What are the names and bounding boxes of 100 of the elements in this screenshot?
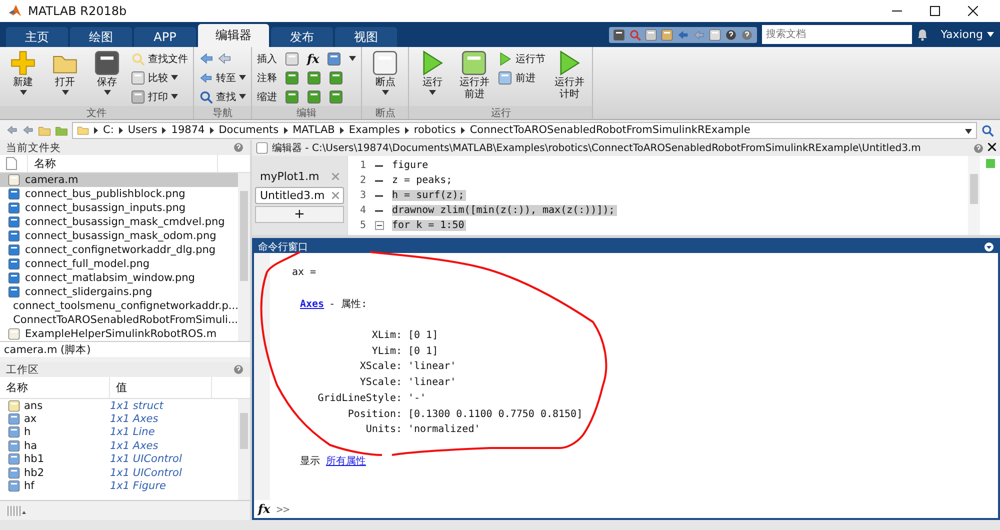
close-icon[interactable] [968, 6, 978, 16]
breadcrumb-arrow-icon [118, 126, 123, 134]
caret-icon [965, 128, 972, 134]
breadcrumb-item[interactable]: ConnectToAROSenabledRobotFromSimulinkRExample [470, 124, 750, 136]
ribbon-button[interactable]: 运行节 [498, 50, 546, 67]
ribbon-tab[interactable]: 视图 [335, 27, 397, 47]
ribbon-tab[interactable]: 编辑器 [198, 24, 269, 47]
class-link[interactable]: Axes [300, 298, 324, 310]
file-item[interactable]: connect_matlabsim_window.png [0, 271, 238, 285]
app-logo-icon [8, 4, 22, 18]
maximize-icon[interactable] [930, 6, 940, 16]
breadcrumb-item[interactable]: Examples [348, 124, 400, 136]
line-number: 5 [358, 220, 366, 231]
property-value: [0 1] [408, 346, 438, 357]
run-section-icon [498, 52, 512, 66]
ribbon-button[interactable]: 查找 [199, 88, 246, 105]
file-item[interactable]: connect_full_model.png [0, 257, 238, 271]
file-tab[interactable]: Untitled3.m [255, 187, 344, 204]
variable-row[interactable]: ans 1x1 struct [0, 399, 238, 412]
file-item[interactable]: ConnectToAROSenabledRobotFromSimuli... [0, 313, 238, 327]
code-line: z = peaks; [392, 175, 454, 186]
ribbon-button[interactable]: 运行并前进 [456, 50, 492, 106]
file-item[interactable]: camera.m [0, 173, 238, 187]
search-icon [199, 90, 213, 104]
line-number: 3 [358, 190, 366, 201]
file-tab[interactable]: myPlot1.m [255, 168, 344, 185]
ribbon-tab[interactable]: 发布 [271, 27, 333, 47]
caret-icon [20, 90, 26, 95]
variable-row[interactable]: ha 1x1 Axes [0, 439, 238, 453]
ribbon-tab[interactable]: 绘图 [70, 27, 132, 47]
caret-icon [171, 94, 178, 99]
help-icon [724, 28, 737, 40]
ribbon-button[interactable]: 打开 [47, 50, 83, 106]
variable-row[interactable]: h 1x1 Line [0, 426, 238, 440]
ribbon-button[interactable]: 打印 [131, 88, 188, 105]
breadcrumb-item[interactable]: C: [103, 124, 114, 136]
variable-row[interactable]: hf 1x1 Figure [0, 479, 238, 493]
breadcrumb-item[interactable]: MATLAB [292, 124, 335, 136]
breakpoint-dash-icon[interactable] [375, 164, 383, 166]
caret-icon [382, 90, 389, 95]
user-menu[interactable]: Yaxiong [940, 28, 994, 41]
file-item[interactable]: connect_toolsmenu_confignetworkaddr.p... [0, 299, 238, 313]
variable-row[interactable]: ax 1x1 Axes [0, 412, 238, 426]
status-indicator-icon [986, 159, 994, 168]
all-properties-link[interactable]: 所有属性 [326, 454, 366, 468]
file-item[interactable]: connect_busassign_mask_odom.png [0, 229, 238, 243]
property-value: '-' [408, 392, 426, 404]
address-bar[interactable]: C: Users 19874 Documents MATLAB Examples robotics ConnectToAROSenabledRobotFromSimulinkRExample [72, 122, 977, 138]
group-label: 断点 [362, 106, 408, 119]
property-name: XLim: [370, 330, 402, 342]
window-title: MATLAB R2018b [28, 4, 127, 18]
plus-icon [10, 50, 36, 76]
code-line: figure [392, 160, 430, 171]
group-label: 导航 [194, 106, 251, 119]
function-browser-button[interactable]: fx [258, 502, 270, 516]
breadcrumb-item[interactable]: robotics [414, 124, 456, 136]
ribbon-tab[interactable]: APP [134, 27, 196, 47]
file-item[interactable]: connect_bus_publishblock.png [0, 187, 238, 201]
search-field[interactable]: 搜索文档 [762, 25, 912, 44]
breadcrumb-item[interactable]: Documents [218, 124, 279, 136]
ribbon-button[interactable]: 新建 [5, 50, 41, 106]
column-header[interactable]: 值 [110, 377, 212, 398]
fold-icon[interactable] [374, 221, 384, 230]
property-name: YScale: [358, 377, 402, 388]
new-tab-button[interactable]: + [255, 206, 344, 223]
breakpoint-dash-icon[interactable] [375, 194, 383, 196]
line-number: 1 [358, 160, 366, 171]
line-number: 2 [358, 175, 366, 186]
ribbon-button[interactable]: 前进 [498, 69, 546, 86]
file-item[interactable]: connect_slidergains.png [0, 285, 238, 299]
breakpoint-dash-icon[interactable] [375, 210, 383, 212]
ribbon-tab[interactable]: 主页 [6, 27, 68, 47]
ribbon-button[interactable]: 运行并计时 [551, 50, 588, 106]
bell-icon[interactable] [916, 28, 928, 41]
panel-title: 当前文件夹 [6, 140, 61, 154]
breadcrumb-item[interactable]: 19874 [171, 124, 205, 136]
ribbon-button[interactable]: 比较 [131, 69, 188, 86]
insert-function-button[interactable]: fx [307, 52, 320, 66]
variable-row[interactable]: hb1 1x1 UIControl [0, 452, 238, 466]
property-value: 'linear' [408, 377, 456, 388]
close-icon[interactable] [988, 142, 996, 150]
command-prompt: >> [276, 502, 290, 516]
caret-icon [239, 94, 246, 99]
breadcrumb-item[interactable]: Users [128, 124, 158, 136]
file-item[interactable]: ExampleHelperSimulinkRobotROS.m [0, 327, 238, 341]
ribbon-button[interactable]: 运行 [414, 50, 450, 106]
property-value: [0.1300 0.1100 0.7750 0.8150] [408, 408, 583, 420]
ribbon-button[interactable]: 保存 [89, 50, 125, 106]
caret-icon [62, 90, 68, 95]
ribbon-button[interactable]: 断点 [367, 50, 404, 106]
breakpoint-dash-icon[interactable] [375, 180, 383, 182]
caret-icon [987, 32, 994, 37]
breadcrumb-arrow-icon [94, 126, 98, 134]
file-item[interactable]: connect_confignetworkaddr_dlg.png [0, 243, 238, 257]
file-item[interactable]: connect_busassign_inputs.png [0, 201, 238, 215]
column-header[interactable]: 名称 [0, 377, 110, 398]
ribbon-button[interactable]: 转至 [199, 69, 246, 86]
variable-row[interactable]: hb2 1x1 UIControl [0, 466, 238, 480]
ribbon-button[interactable]: 查找文件 [131, 50, 188, 67]
file-item[interactable]: connect_busassign_mask_cmdvel.png [0, 215, 238, 229]
